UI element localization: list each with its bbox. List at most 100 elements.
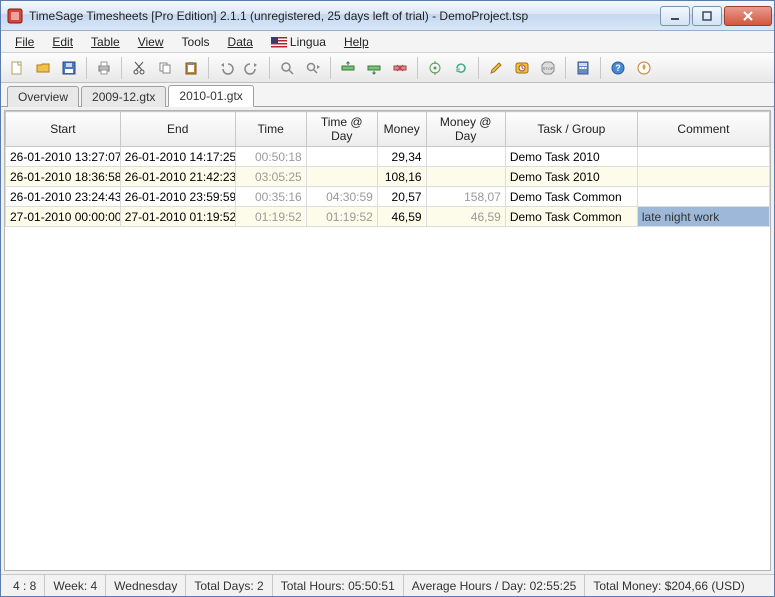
window-title: TimeSage Timesheets [Pro Edition] 2.1.1 …	[29, 9, 660, 23]
table-row[interactable]: 26-01-2010 23:24:4326-01-2010 23:59:5900…	[6, 187, 770, 207]
cell-moneyday[interactable]: 46,59	[426, 207, 505, 227]
separator	[478, 57, 479, 79]
timer-button[interactable]	[510, 56, 534, 80]
undo-button[interactable]	[214, 56, 238, 80]
col-header[interactable]: Time @ Day	[306, 112, 377, 147]
col-header[interactable]: End	[120, 112, 235, 147]
cell-comment[interactable]	[637, 187, 769, 207]
cell-start[interactable]: 26-01-2010 18:36:58	[6, 167, 121, 187]
cell-time[interactable]: 03:05:25	[235, 167, 306, 187]
toolbar: STOP ?	[1, 53, 774, 83]
find-button[interactable]	[275, 56, 299, 80]
cell-comment[interactable]: late night work	[637, 207, 769, 227]
redo-button[interactable]	[240, 56, 264, 80]
tab-2010-01[interactable]: 2010-01.gtx	[168, 85, 253, 107]
status-totaldays: Total Days: 2	[186, 575, 272, 596]
cell-timeday[interactable]	[306, 147, 377, 167]
flag-icon	[271, 37, 287, 48]
help-button[interactable]: ?	[606, 56, 630, 80]
status-pos: 4 : 8	[5, 575, 45, 596]
tab-overview[interactable]: Overview	[7, 86, 79, 107]
maximize-button[interactable]	[692, 6, 722, 26]
col-header[interactable]: Money	[377, 112, 426, 147]
goto-button[interactable]	[423, 56, 447, 80]
menu-edit[interactable]: Edit	[44, 33, 81, 51]
separator	[417, 57, 418, 79]
col-header[interactable]: Time	[235, 112, 306, 147]
edit-button[interactable]	[484, 56, 508, 80]
cell-end[interactable]: 26-01-2010 21:42:23	[120, 167, 235, 187]
table-row[interactable]: 26-01-2010 18:36:5826-01-2010 21:42:2303…	[6, 167, 770, 187]
stop-button[interactable]: STOP	[536, 56, 560, 80]
cell-moneyday[interactable]: 158,07	[426, 187, 505, 207]
refresh-button[interactable]	[449, 56, 473, 80]
cell-start[interactable]: 27-01-2010 00:00:00	[6, 207, 121, 227]
cell-comment[interactable]	[637, 147, 769, 167]
separator	[600, 57, 601, 79]
grid-container[interactable]: StartEndTimeTime @ DayMoneyMoney @ DayTa…	[4, 110, 771, 571]
menu-view[interactable]: View	[130, 33, 172, 51]
titlebar: TimeSage Timesheets [Pro Edition] 2.1.1 …	[1, 1, 774, 31]
cell-task[interactable]: Demo Task Common	[505, 187, 637, 207]
timesheet-table: StartEndTimeTime @ DayMoneyMoney @ DayTa…	[5, 111, 770, 227]
statusbar: 4 : 8 Week: 4 Wednesday Total Days: 2 To…	[1, 574, 774, 596]
insert-row-before-button[interactable]	[336, 56, 360, 80]
col-header[interactable]: Task / Group	[505, 112, 637, 147]
copy-button[interactable]	[153, 56, 177, 80]
col-header[interactable]: Comment	[637, 112, 769, 147]
cell-moneyday[interactable]	[426, 167, 505, 187]
cell-start[interactable]: 26-01-2010 13:27:07	[6, 147, 121, 167]
cell-timeday[interactable]: 01:19:52	[306, 207, 377, 227]
new-button[interactable]	[5, 56, 29, 80]
insert-row-after-button[interactable]	[362, 56, 386, 80]
table-row[interactable]: 26-01-2010 13:27:0726-01-2010 14:17:2500…	[6, 147, 770, 167]
col-header[interactable]: Money @ Day	[426, 112, 505, 147]
menu-help[interactable]: Help	[336, 33, 377, 51]
open-button[interactable]	[31, 56, 55, 80]
cell-money[interactable]: 29,34	[377, 147, 426, 167]
cut-button[interactable]	[127, 56, 151, 80]
cell-time[interactable]: 00:50:18	[235, 147, 306, 167]
minimize-button[interactable]	[660, 6, 690, 26]
save-button[interactable]	[57, 56, 81, 80]
cell-money[interactable]: 108,16	[377, 167, 426, 187]
menu-tools[interactable]: Tools	[174, 33, 218, 51]
tab-2009-12[interactable]: 2009-12.gtx	[81, 86, 166, 107]
separator	[208, 57, 209, 79]
menu-table[interactable]: Table	[83, 33, 128, 51]
paste-button[interactable]	[179, 56, 203, 80]
cell-money[interactable]: 46,59	[377, 207, 426, 227]
cell-moneyday[interactable]	[426, 147, 505, 167]
separator	[121, 57, 122, 79]
menu-lingua[interactable]: Lingua	[263, 33, 334, 51]
cell-timeday[interactable]: 04:30:59	[306, 187, 377, 207]
svg-text:?: ?	[615, 63, 621, 73]
calculator-button[interactable]	[571, 56, 595, 80]
menu-data[interactable]: Data	[220, 33, 261, 51]
cell-end[interactable]: 27-01-2010 01:19:52	[120, 207, 235, 227]
cell-end[interactable]: 26-01-2010 14:17:25	[120, 147, 235, 167]
separator	[86, 57, 87, 79]
cell-task[interactable]: Demo Task 2010	[505, 147, 637, 167]
cell-task[interactable]: Demo Task Common	[505, 207, 637, 227]
separator	[269, 57, 270, 79]
cell-money[interactable]: 20,57	[377, 187, 426, 207]
menu-file[interactable]: File	[7, 33, 42, 51]
menubar: File Edit Table View Tools Data Lingua H…	[1, 31, 774, 53]
cell-start[interactable]: 26-01-2010 23:24:43	[6, 187, 121, 207]
table-row[interactable]: 27-01-2010 00:00:0027-01-2010 01:19:5201…	[6, 207, 770, 227]
close-button[interactable]	[724, 6, 772, 26]
col-header[interactable]: Start	[6, 112, 121, 147]
find-next-button[interactable]	[301, 56, 325, 80]
home-button[interactable]	[632, 56, 656, 80]
cell-time[interactable]: 00:35:16	[235, 187, 306, 207]
print-button[interactable]	[92, 56, 116, 80]
cell-comment[interactable]	[637, 167, 769, 187]
cell-end[interactable]: 26-01-2010 23:59:59	[120, 187, 235, 207]
status-totalmoney: Total Money: $204,66 (USD)	[585, 575, 752, 596]
cell-task[interactable]: Demo Task 2010	[505, 167, 637, 187]
svg-text:STOP: STOP	[543, 66, 554, 71]
cell-timeday[interactable]	[306, 167, 377, 187]
delete-row-button[interactable]	[388, 56, 412, 80]
cell-time[interactable]: 01:19:52	[235, 207, 306, 227]
